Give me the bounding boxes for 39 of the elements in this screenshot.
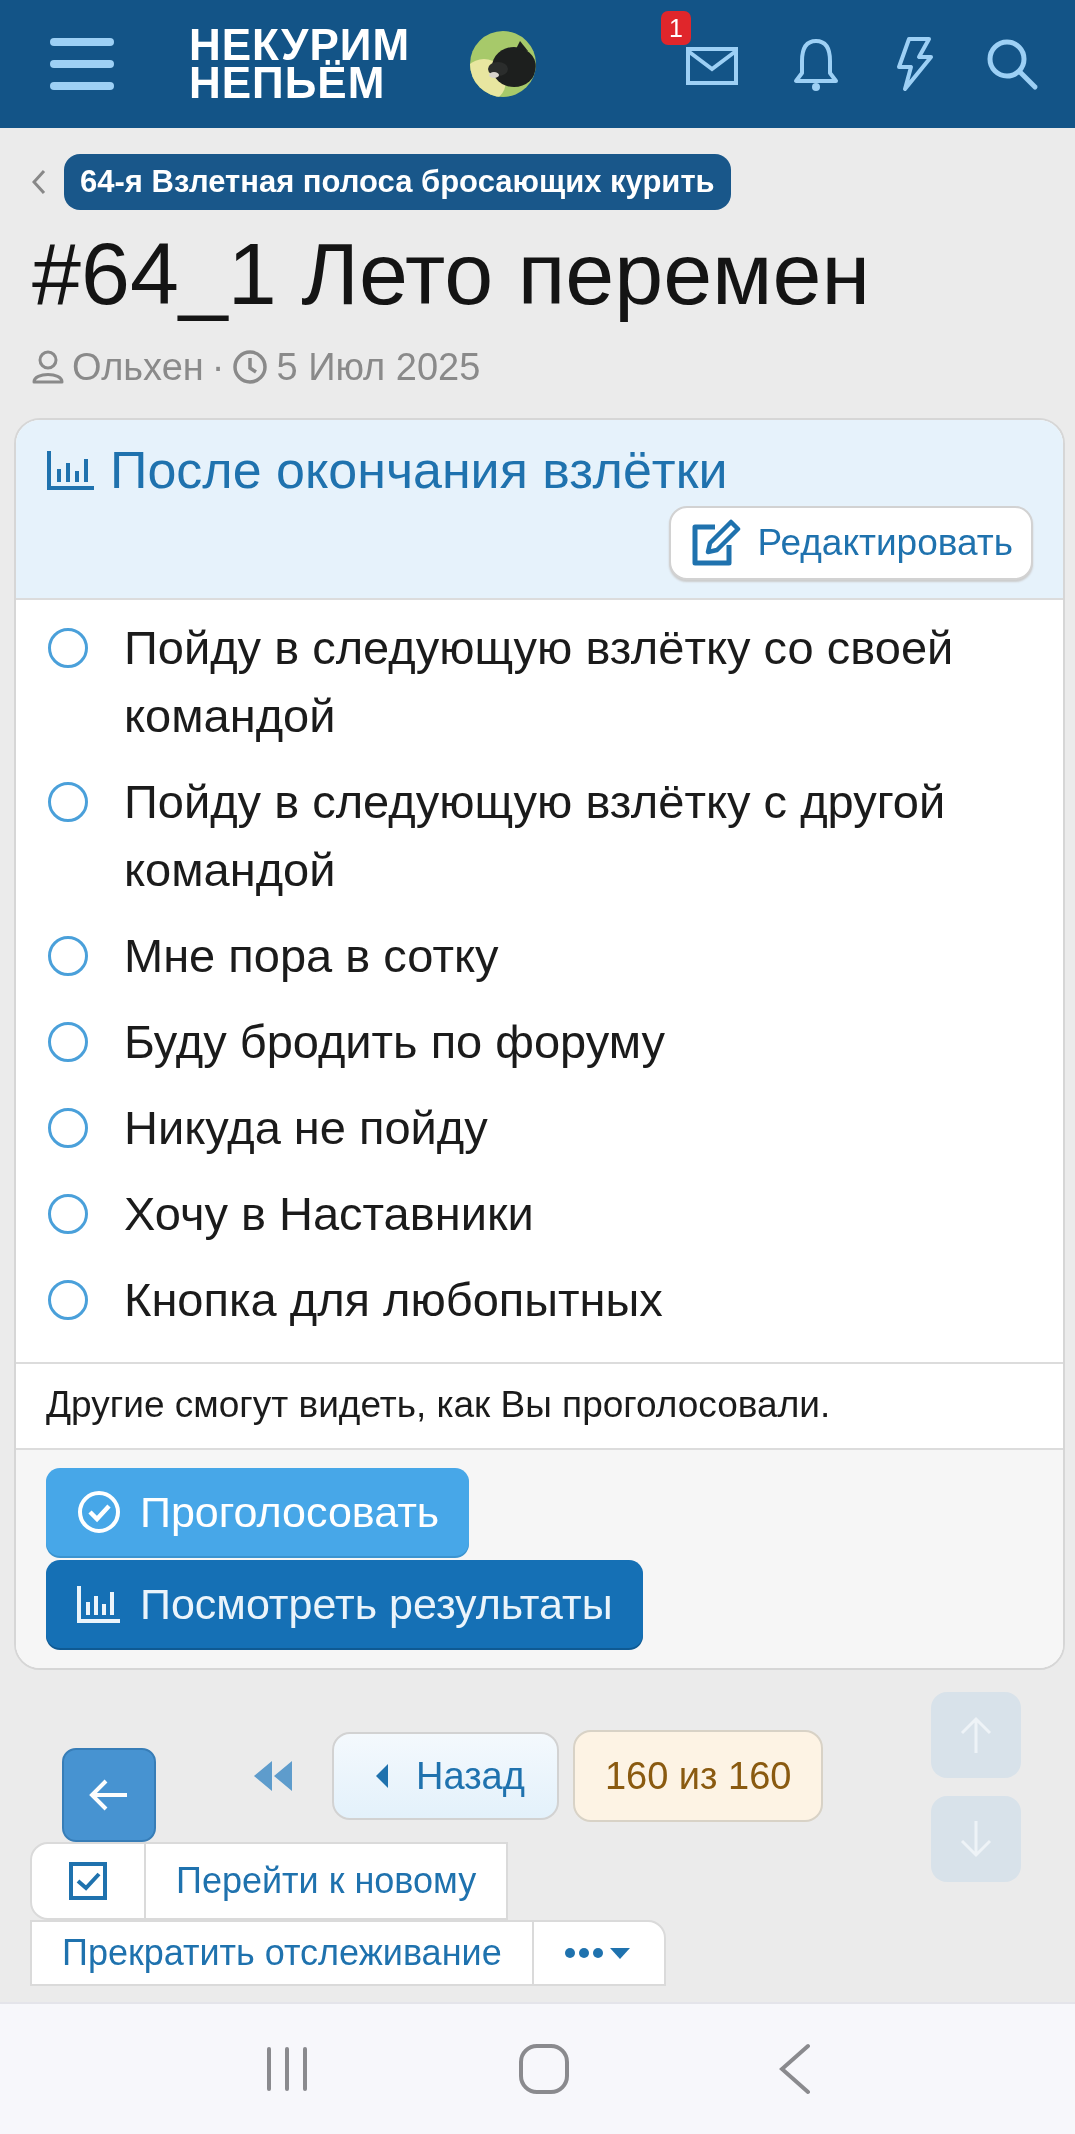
check-circle-icon: [76, 1489, 122, 1535]
user-icon: [32, 350, 64, 384]
radio-button[interactable]: [48, 628, 88, 668]
radio-button[interactable]: [48, 1194, 88, 1234]
back-button[interactable]: [62, 1748, 156, 1842]
poll-option-label[interactable]: Мне пора в сотку: [124, 922, 499, 990]
poll-option-label[interactable]: Кнопка для любопытных: [124, 1266, 663, 1334]
menu-icon[interactable]: [50, 36, 114, 92]
site-logo[interactable]: НЕКУРИМ НЕПЬЁМ: [189, 26, 411, 102]
radio-button[interactable]: [48, 1108, 88, 1148]
breadcrumb-link[interactable]: 64-я Взлетная полоса бросающих курить: [64, 154, 731, 210]
clock-icon: [232, 349, 269, 385]
back-icon[interactable]: [778, 2043, 811, 2095]
search-icon[interactable]: [985, 37, 1039, 91]
checkbox[interactable]: [68, 1861, 108, 1901]
poll-option-label[interactable]: Пойду в следующую взлётку со своей командой: [124, 614, 986, 750]
separator: ·: [211, 345, 225, 389]
home-icon[interactable]: [517, 2043, 570, 2095]
radio-button[interactable]: [48, 1280, 88, 1320]
page-counter: 160 из 160: [572, 1730, 824, 1822]
notification-badge: 1: [661, 11, 691, 45]
caret-left-icon: [374, 1762, 390, 1790]
recent-apps-icon[interactable]: [264, 2045, 309, 2093]
poll-title: После окончания взлётки: [110, 440, 728, 500]
poll-option-label[interactable]: Буду бродить по форуму: [124, 1008, 666, 1076]
radio-button[interactable]: [48, 782, 88, 822]
poll-option-label[interactable]: Пойду в следующую взлётку с другой командой: [124, 768, 986, 904]
poll-option-label[interactable]: Хочу в Наставники: [124, 1180, 534, 1248]
edit-button[interactable]: Редактировать: [669, 506, 1033, 580]
thread-title: #64_1 Лето перемен: [32, 226, 872, 322]
bar-chart-icon: [46, 449, 96, 491]
radio-button[interactable]: [48, 936, 88, 976]
view-results-button[interactable]: Посмотреть результаты: [46, 1560, 643, 1648]
previous-page-button[interactable]: Назад: [332, 1732, 559, 1820]
back-chevron-icon[interactable]: [32, 169, 46, 195]
radio-button[interactable]: [48, 1022, 88, 1062]
poll-option-label[interactable]: Никуда не пойду: [124, 1094, 488, 1162]
arrow-left-icon: [89, 1778, 129, 1812]
bar-chart-icon: [76, 1584, 122, 1624]
